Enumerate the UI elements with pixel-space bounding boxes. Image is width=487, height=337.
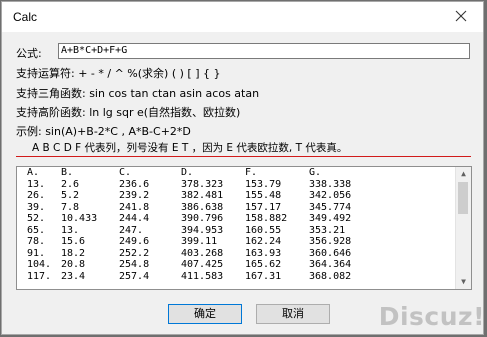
- column-header: D.: [181, 167, 194, 178]
- calc-dialog: Calc 公式: A+B*C+D+F+G 支持运算符: + - * / ^ %(…: [1, 1, 484, 335]
- table-cell: 241.8: [119, 201, 150, 213]
- table-row[interactable]: 39. 7.8 241.8 386.638 157.17 345.774: [17, 202, 379, 214]
- cancel-button[interactable]: 取消: [256, 304, 330, 324]
- table-cell: 244.4: [119, 213, 150, 224]
- table-cell: 368.082: [309, 270, 352, 282]
- table-cell: 20.8: [61, 259, 86, 270]
- table-row[interactable]: 104. 20.8 254.8 407.425 165.62 364.364: [17, 259, 379, 271]
- column-header: A.: [27, 167, 40, 178]
- table-cell: 386.638: [181, 201, 224, 213]
- close-icon[interactable]: [453, 8, 469, 24]
- table-cell: 117.: [27, 270, 52, 282]
- table-cell: 382.481: [181, 190, 224, 201]
- table-row[interactable]: 13. 2.6 236.6 378.323 153.79 338.338: [17, 179, 379, 191]
- table-cell: 7.8: [61, 201, 80, 213]
- table-row[interactable]: 78. 15.6 249.6 399.11 162.24 356.928: [17, 236, 379, 248]
- separator-line: [16, 156, 471, 157]
- table-cell: 345.774: [309, 201, 352, 213]
- title-bar: Calc: [2, 2, 483, 32]
- table-cell: 378.323: [181, 178, 224, 190]
- table-cell: 403.268: [181, 247, 224, 259]
- table-cell: 411.583: [181, 270, 224, 282]
- scroll-thumb[interactable]: [458, 182, 468, 214]
- trig-help: 支持三角函数: sin cos tan ctan asin acos atan: [16, 87, 260, 100]
- table-row[interactable]: 91. 18.2 252.2 403.268 163.93 360.646: [17, 248, 379, 260]
- table-cell: 252.2: [119, 247, 150, 259]
- table-cell: 407.425: [181, 259, 224, 270]
- watermark-logo: Discuz!: [378, 302, 485, 331]
- table-cell: 399.11: [181, 236, 218, 247]
- table-cell: 157.17: [245, 201, 282, 213]
- data-table: A. B. C. D. F. G. 13. 2.6 236.6 378.323 153.…: [17, 167, 379, 282]
- table-cell: 13.: [61, 224, 80, 236]
- advanced-help: 支持高阶函数: ln lg sqr e(自然指数、欧拉数): [16, 106, 241, 119]
- table-cell: 342.056: [309, 190, 352, 201]
- table-row[interactable]: 52. 10.433 244.4 390.796 158.882 349.492: [17, 213, 379, 225]
- table-cell: 162.24: [245, 236, 282, 247]
- table-cell: 364.364: [309, 259, 352, 270]
- table-row[interactable]: 65. 13. 247. 394.953 160.55 353.21: [17, 225, 379, 237]
- table-cell: 153.79: [245, 178, 282, 190]
- table-cell: 360.646: [309, 247, 352, 259]
- column-header: B.: [61, 167, 74, 178]
- table-cell: 356.928: [309, 236, 352, 247]
- table-row[interactable]: 26. 5.2 239.2 382.481 155.48 342.056: [17, 190, 379, 202]
- table-cell: 247.: [119, 224, 144, 236]
- table-cell: 91.: [27, 247, 46, 259]
- table-cell: 165.62: [245, 259, 282, 270]
- table-cell: 13.: [27, 178, 46, 190]
- vertical-scrollbar[interactable]: ▲ ▼: [455, 167, 471, 289]
- table-cell: 26.: [27, 190, 46, 201]
- table-cell: 353.21: [309, 224, 346, 236]
- columns-note: A B C D F 代表列，列号没有 E T ，因为 E 代表欧拉数, T 代表…: [32, 142, 348, 154]
- table-cell: 18.2: [61, 247, 86, 259]
- operators-help: 支持运算符: + - * / ^ %(求余) ( ) [ ] { }: [16, 67, 221, 80]
- table-row[interactable]: 117. 23.4 257.4 411.583 167.31 368.082: [17, 271, 379, 283]
- formula-input[interactable]: A+B*C+D+F+G: [58, 43, 470, 59]
- column-header: C.: [119, 167, 132, 178]
- table-cell: 155.48: [245, 190, 282, 201]
- scroll-up-icon[interactable]: ▲: [456, 167, 471, 181]
- table-cell: 390.796: [181, 213, 224, 224]
- table-cell: 239.2: [119, 190, 150, 201]
- table-cell: 394.953: [181, 224, 224, 236]
- table-cell: 236.6: [119, 178, 150, 190]
- table-cell: 5.2: [61, 190, 80, 201]
- table-cell: 349.492: [309, 213, 352, 224]
- table-cell: 23.4: [61, 270, 86, 282]
- data-grid[interactable]: A. B. C. D. F. G. 13. 2.6 236.6 378.323 153.…: [16, 166, 472, 290]
- scroll-down-icon[interactable]: ▼: [456, 275, 471, 289]
- table-body: 13. 2.6 236.6 378.323 153.79 338.338 26. 5.2 239…: [17, 179, 379, 283]
- table-cell: 52.: [27, 213, 46, 224]
- table-cell: 15.6: [61, 236, 86, 247]
- table-cell: 78.: [27, 236, 46, 247]
- dialog-body: 公式: A+B*C+D+F+G 支持运算符: + - * / ^ %(求余) (…: [2, 32, 483, 334]
- table-cell: 254.8: [119, 259, 150, 270]
- example-help: 示例: sin(A)+B-2*C , A*B-C+2*D: [16, 125, 191, 138]
- ok-button[interactable]: 确定: [168, 304, 242, 324]
- column-header: G.: [309, 167, 322, 178]
- table-cell: 257.4: [119, 270, 150, 282]
- table-cell: 2.6: [61, 178, 80, 190]
- column-header: F.: [245, 167, 258, 178]
- table-header-row: A. B. C. D. F. G.: [17, 167, 379, 179]
- table-cell: 158.882: [245, 213, 288, 224]
- table-cell: 10.433: [61, 213, 98, 224]
- table-cell: 160.55: [245, 224, 282, 236]
- table-cell: 39.: [27, 201, 46, 213]
- table-cell: 163.93: [245, 247, 282, 259]
- table-cell: 338.338: [309, 178, 352, 190]
- formula-label: 公式:: [16, 47, 42, 60]
- window-title: Calc: [13, 10, 38, 24]
- table-cell: 249.6: [119, 236, 150, 247]
- table-cell: 167.31: [245, 270, 282, 282]
- table-cell: 104.: [27, 259, 52, 270]
- table-cell: 65.: [27, 224, 46, 236]
